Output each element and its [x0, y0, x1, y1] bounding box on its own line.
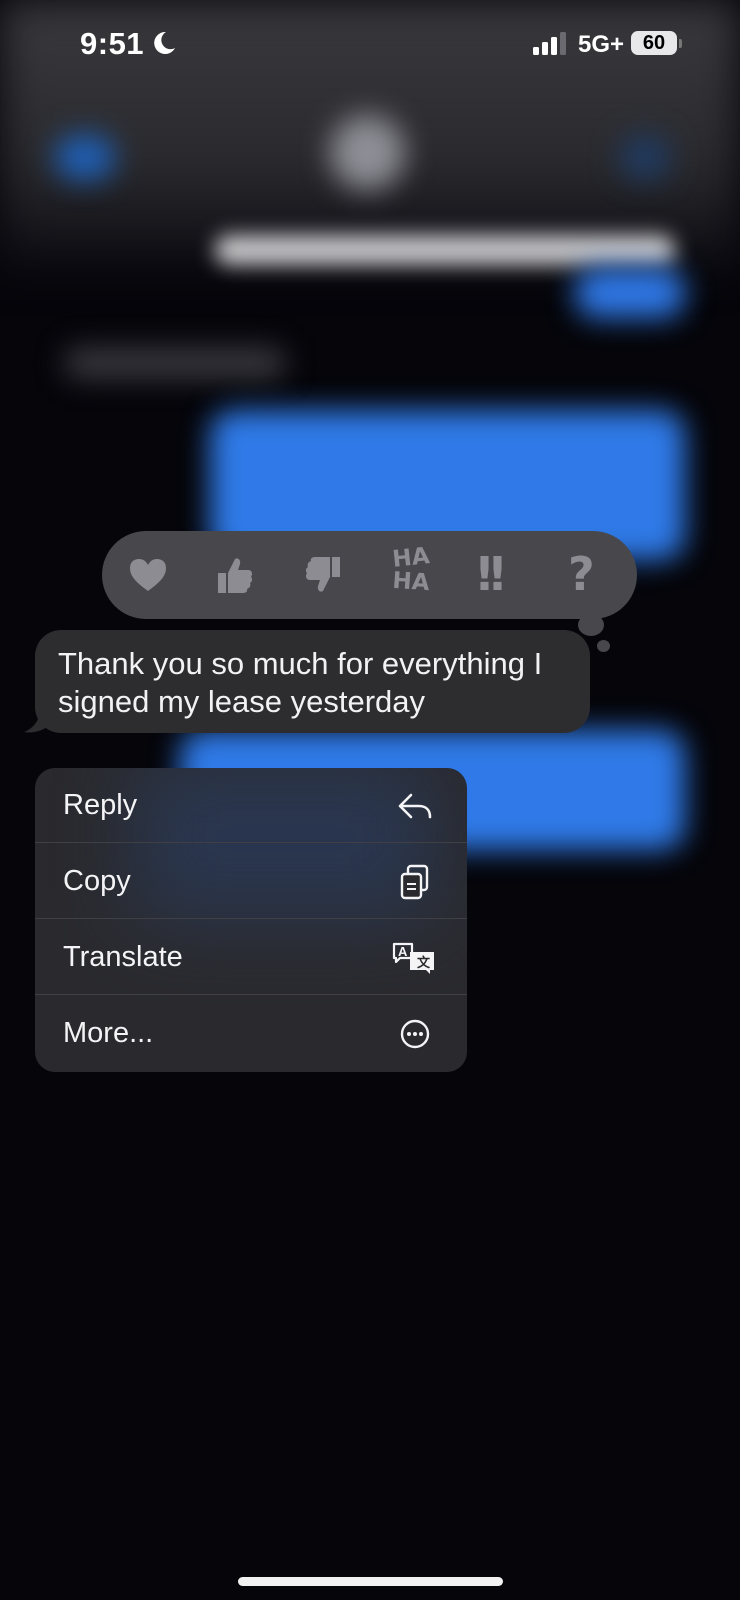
- battery-icon: 60: [631, 31, 682, 57]
- question-icon[interactable]: ?: [568, 547, 616, 601]
- copy-label: Copy: [63, 865, 131, 897]
- tapback-tail-dot: [578, 614, 604, 636]
- status-bar: 9:51 5G+ 60: [0, 0, 740, 90]
- more-label: More...: [63, 1017, 154, 1049]
- tapback-bar: HA HA !! ?: [102, 531, 637, 619]
- translate-icon: A 文: [392, 942, 434, 974]
- bubble-tail: [24, 708, 52, 733]
- heart-icon[interactable]: [124, 551, 172, 599]
- timestamp-blur: [65, 348, 285, 378]
- menu-item-translate[interactable]: Translate A 文: [35, 920, 467, 995]
- back-button-blur: [55, 135, 115, 180]
- video-button-blur: [620, 135, 670, 180]
- haha-icon[interactable]: HA HA: [384, 543, 438, 605]
- more-icon: [400, 1019, 430, 1049]
- haha-line-2: HA: [391, 567, 431, 597]
- divider-blur: [215, 235, 675, 265]
- reply-label: Reply: [63, 789, 138, 821]
- sent-bubble-blur: [575, 268, 685, 318]
- message-text: Thank you so much for everything I signe…: [58, 646, 543, 719]
- battery-level: 60: [631, 31, 677, 55]
- copy-icon: [400, 864, 429, 900]
- thumbs-up-icon[interactable]: [210, 551, 258, 599]
- thumbs-down-icon[interactable]: [298, 551, 346, 599]
- network-type: 5G+: [578, 31, 625, 58]
- translate-label: Translate: [63, 941, 183, 973]
- reply-icon: [398, 793, 432, 819]
- menu-item-more[interactable]: More...: [35, 996, 467, 1071]
- svg-text:A: A: [398, 944, 408, 959]
- tapback-tail-dot-small: [597, 640, 610, 652]
- signal-icon: [533, 32, 566, 55]
- status-time: 9:51: [80, 26, 145, 61]
- exclamation-icon[interactable]: !!: [474, 547, 522, 601]
- moon-icon: [154, 31, 175, 54]
- menu-item-reply[interactable]: Reply: [35, 768, 467, 843]
- menu-item-copy[interactable]: Copy: [35, 844, 467, 919]
- received-message-bubble[interactable]: Thank you so much for everything I signe…: [35, 630, 590, 733]
- context-menu: Reply Copy Translate A 文 More...: [35, 768, 467, 1072]
- home-indicator[interactable]: [238, 1577, 503, 1586]
- svg-text:文: 文: [417, 955, 431, 971]
- contact-avatar-blur: [330, 115, 405, 190]
- battery-nub: [679, 39, 682, 48]
